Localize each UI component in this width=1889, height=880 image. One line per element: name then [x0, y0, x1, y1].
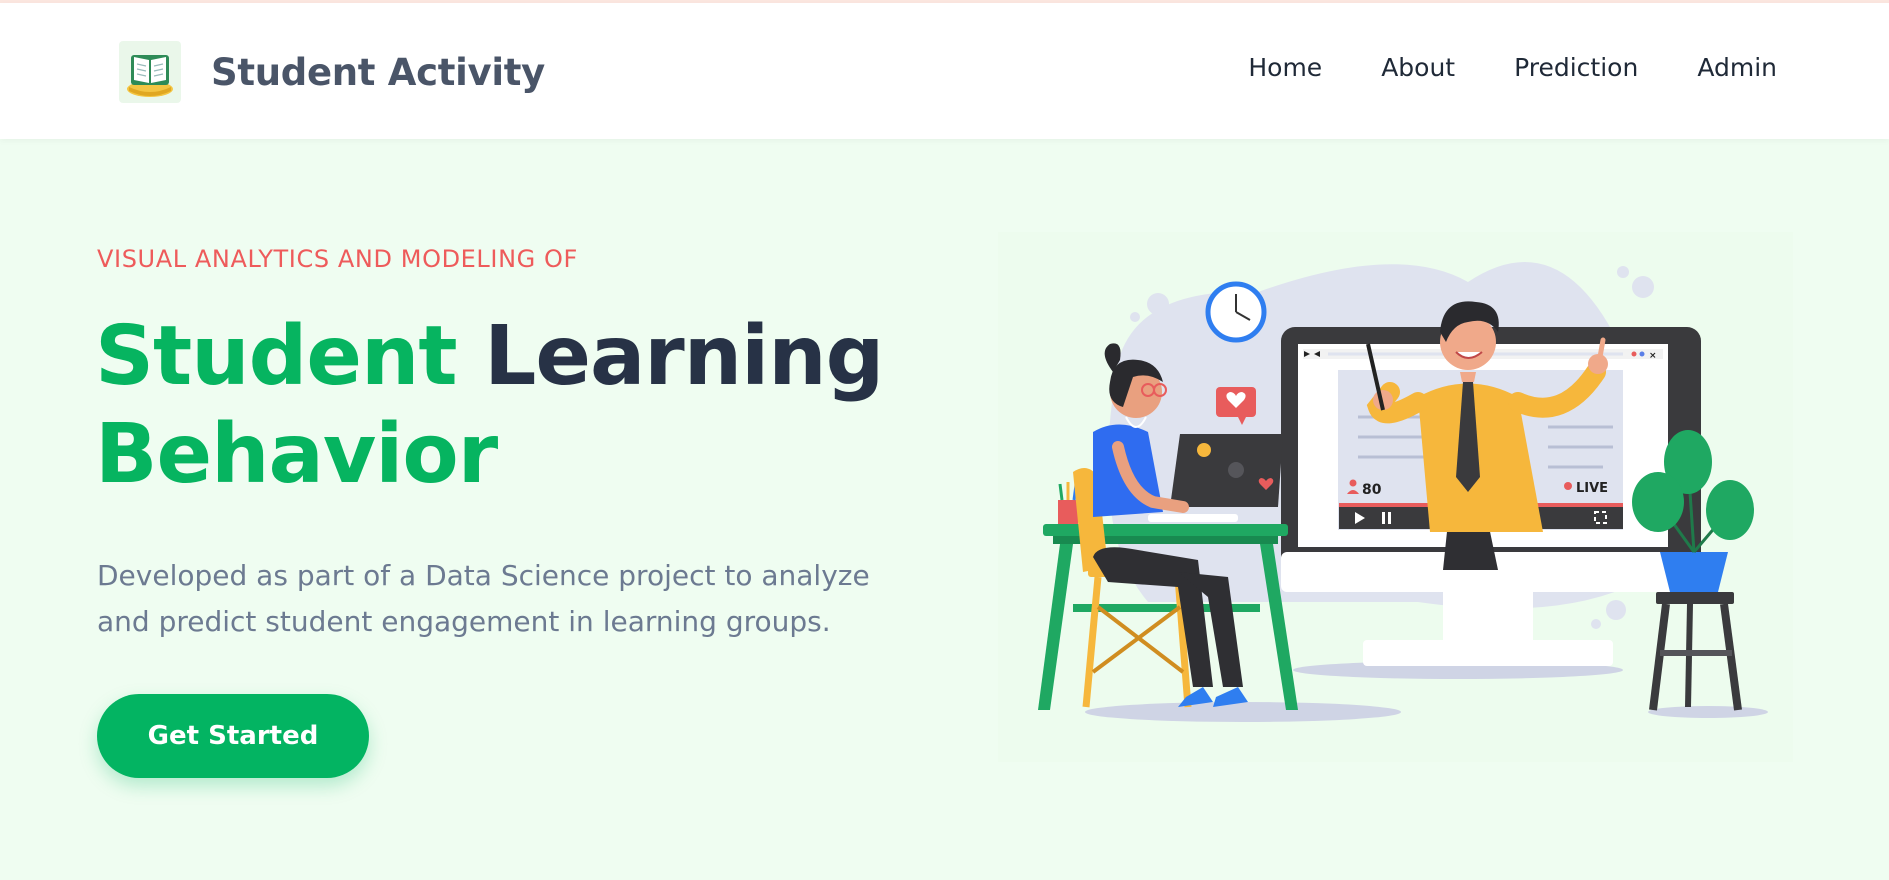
hero-title: Student Learning Behavior — [95, 308, 884, 504]
get-started-button[interactable]: Get Started — [97, 694, 369, 778]
nav-prediction[interactable]: Prediction — [1514, 53, 1638, 82]
nav-about[interactable]: About — [1381, 53, 1455, 82]
live-label: LIVE — [1576, 481, 1608, 496]
hero-title-part1: Student — [95, 309, 458, 404]
nav-admin[interactable]: Admin — [1697, 53, 1777, 82]
site-header: Student Activity Home About Prediction A… — [0, 3, 1889, 139]
hero-title-part3: Behavior — [95, 407, 498, 502]
hero-title-part2: Learning — [484, 309, 884, 404]
nav-home[interactable]: Home — [1248, 53, 1322, 82]
hero-eyebrow: VISUAL ANALYTICS AND MODELING OF — [97, 245, 578, 273]
main-nav: Home About Prediction Admin — [1248, 53, 1777, 82]
svg-text:×: × — [1649, 351, 1657, 361]
hero-illustration: × 80 LIVE — [998, 232, 1793, 762]
brand[interactable]: Student Activity — [119, 41, 545, 103]
viewer-count: 80 — [1362, 482, 1382, 498]
online-class-illustration: × 80 LIVE — [1038, 262, 1768, 722]
hero-description: Developed as part of a Data Science proj… — [97, 559, 870, 638]
brand-name: Student Activity — [211, 50, 545, 94]
open-book-logo-icon — [119, 41, 181, 103]
